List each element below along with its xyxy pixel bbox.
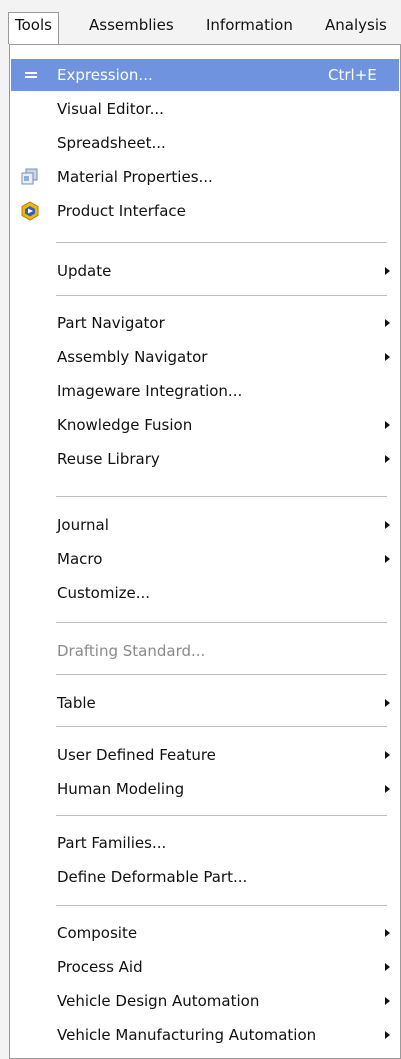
menu-analysis-label: Analysis xyxy=(325,16,387,34)
submenu-arrow-icon xyxy=(385,997,390,1005)
background-strip xyxy=(0,44,9,1059)
menu-item-expression-label: Expression... xyxy=(57,66,153,84)
menu-item-knowledge-fusion-label: Knowledge Fusion xyxy=(57,416,193,434)
menu-item-expression-shortcut: Ctrl+E xyxy=(328,66,377,84)
menu-item-part-families-label: Part Families... xyxy=(57,834,167,852)
menu-item-product-interface[interactable]: Product Interface xyxy=(11,195,399,227)
menu-item-spreadsheet[interactable]: Spreadsheet... xyxy=(11,127,399,159)
menu-separator xyxy=(56,674,387,675)
menu-item-macro[interactable]: Macro xyxy=(11,543,399,575)
submenu-arrow-icon xyxy=(385,521,390,529)
menu-item-assembly-navigator-label: Assembly Navigator xyxy=(57,348,208,366)
menu-item-visual-editor[interactable]: Visual Editor... xyxy=(11,93,399,125)
submenu-arrow-icon xyxy=(385,1031,390,1039)
menu-item-vehicle-manufacturing-automation-label: Vehicle Manufacturing Automation xyxy=(57,1026,317,1044)
equals-icon xyxy=(25,72,37,74)
menu-item-macro-label: Macro xyxy=(57,550,103,568)
submenu-arrow-icon xyxy=(385,267,390,275)
menu-tools[interactable]: Tools xyxy=(8,12,59,45)
menu-tools-label: Tools xyxy=(15,16,52,34)
menu-item-vehicle-design-automation[interactable]: Vehicle Design Automation xyxy=(11,985,399,1017)
menu-item-human-modeling[interactable]: Human Modeling xyxy=(11,773,399,805)
menu-item-expression[interactable]: Expression... Ctrl+E xyxy=(11,59,399,91)
menu-separator xyxy=(56,905,387,906)
menu-bar: Tools Assemblies Information Analysis xyxy=(0,0,401,45)
menu-item-vehicle-manufacturing-automation[interactable]: Vehicle Manufacturing Automation xyxy=(11,1019,399,1051)
product-interface-icon xyxy=(21,201,39,221)
menu-item-drafting-standard: Drafting Standard... xyxy=(11,635,399,667)
menu-item-table-label: Table xyxy=(57,694,96,712)
menu-item-reuse-library[interactable]: Reuse Library xyxy=(11,443,399,475)
menu-item-vehicle-design-automation-label: Vehicle Design Automation xyxy=(57,992,260,1010)
menu-item-define-deformable-part[interactable]: Define Deformable Part... xyxy=(11,861,399,893)
menu-item-imageware-integration[interactable]: Imageware Integration... xyxy=(11,375,399,407)
submenu-arrow-icon xyxy=(385,785,390,793)
menu-item-process-aid[interactable]: Process Aid xyxy=(11,951,399,983)
menu-item-customize[interactable]: Customize... xyxy=(11,577,399,609)
menu-item-update-label: Update xyxy=(57,262,112,280)
menu-item-define-deformable-part-label: Define Deformable Part... xyxy=(57,868,248,886)
menu-item-composite[interactable]: Composite xyxy=(11,917,399,949)
menu-separator xyxy=(56,242,387,243)
menu-item-part-families[interactable]: Part Families... xyxy=(11,827,399,859)
menu-information-label: Information xyxy=(206,16,293,34)
menu-item-journal[interactable]: Journal xyxy=(11,509,399,541)
menu-item-reuse-library-label: Reuse Library xyxy=(57,450,160,468)
menu-item-part-navigator[interactable]: Part Navigator xyxy=(11,307,399,339)
menu-separator xyxy=(56,815,387,816)
menu-information[interactable]: Information xyxy=(206,13,293,37)
menu-assemblies[interactable]: Assemblies xyxy=(89,13,174,37)
menu-item-visual-editor-label: Visual Editor... xyxy=(57,100,164,118)
menu-item-material-properties[interactable]: Material Properties... xyxy=(11,161,399,193)
menu-separator xyxy=(56,295,387,296)
menu-assemblies-label: Assemblies xyxy=(89,16,174,34)
submenu-arrow-icon xyxy=(385,751,390,759)
menu-item-spreadsheet-label: Spreadsheet... xyxy=(57,134,166,152)
menu-item-update[interactable]: Update xyxy=(11,255,399,287)
menu-item-table[interactable]: Table xyxy=(11,687,399,719)
menu-item-part-navigator-label: Part Navigator xyxy=(57,314,165,332)
menu-item-drafting-standard-label: Drafting Standard... xyxy=(57,642,206,660)
submenu-arrow-icon xyxy=(385,555,390,563)
menu-item-human-modeling-label: Human Modeling xyxy=(57,780,185,798)
submenu-arrow-icon xyxy=(385,421,390,429)
menu-separator xyxy=(56,622,387,623)
menu-item-knowledge-fusion[interactable]: Knowledge Fusion xyxy=(11,409,399,441)
menu-separator xyxy=(56,726,387,727)
submenu-arrow-icon xyxy=(385,455,390,463)
menu-item-composite-label: Composite xyxy=(57,924,138,942)
menu-item-user-defined-feature-label: User Defined Feature xyxy=(57,746,216,764)
submenu-arrow-icon xyxy=(385,963,390,971)
menu-item-imageware-integration-label: Imageware Integration... xyxy=(57,382,243,400)
menu-item-customize-label: Customize... xyxy=(57,584,151,602)
menu-item-journal-label: Journal xyxy=(57,516,109,534)
submenu-arrow-icon xyxy=(385,319,390,327)
tools-dropdown-menu: Expression... Ctrl+E Visual Editor... Sp… xyxy=(9,44,401,1059)
submenu-arrow-icon xyxy=(385,353,390,361)
material-properties-icon xyxy=(21,168,38,185)
menu-separator xyxy=(56,496,387,497)
submenu-arrow-icon xyxy=(385,929,390,937)
submenu-arrow-icon xyxy=(385,699,390,707)
menu-item-user-defined-feature[interactable]: User Defined Feature xyxy=(11,739,399,771)
menu-analysis[interactable]: Analysis xyxy=(325,13,387,37)
menu-item-material-properties-label: Material Properties... xyxy=(57,168,213,186)
menu-item-process-aid-label: Process Aid xyxy=(57,958,143,976)
menu-item-assembly-navigator[interactable]: Assembly Navigator xyxy=(11,341,399,373)
menu-item-product-interface-label: Product Interface xyxy=(57,202,186,220)
